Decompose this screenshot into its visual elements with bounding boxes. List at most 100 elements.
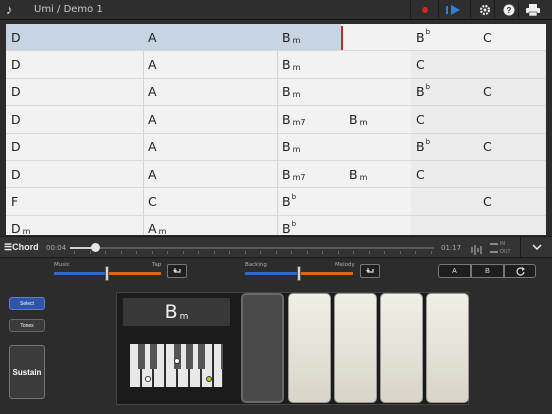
chord-cell[interactable]: Bm <box>277 79 300 105</box>
chord-cell[interactable]: C <box>478 188 494 214</box>
section-loop-button[interactable] <box>504 264 536 278</box>
chord-cell[interactable]: C <box>478 79 494 105</box>
music-tap-balance-slider[interactable] <box>54 266 161 281</box>
chord-quality: m7 <box>292 172 306 182</box>
timeline-tick <box>182 251 184 254</box>
chord-cell[interactable]: C <box>478 134 494 160</box>
chord-root: F <box>11 194 19 210</box>
chord-cell[interactable] <box>411 188 418 214</box>
mode-menu[interactable]: ☰Chord <box>4 242 39 253</box>
chord-cell[interactable]: A <box>143 106 159 132</box>
chord-cell[interactable]: D <box>6 79 23 105</box>
chord-cell[interactable]: Am <box>143 216 166 235</box>
music-tap-reset-button[interactable] <box>167 264 187 278</box>
chord-row[interactable]: F C Bb C <box>6 188 546 216</box>
chord-pad-2[interactable] <box>288 293 331 403</box>
chord-row[interactable]: D A Bm7 Bm C <box>6 106 546 134</box>
chord-cell[interactable]: Bb <box>411 134 431 160</box>
song-position-slider[interactable] <box>70 243 434 252</box>
chord-row[interactable]: D A Bm Bb C <box>6 24 546 52</box>
chord-cell[interactable]: C <box>411 51 427 77</box>
chord-root: B <box>282 194 291 210</box>
chord-grid[interactable]: D A Bm Bb C D A Bm C D A Bm Bb C D A Bm7 Bm C D A Bm Bb C D A Bm7 B… <box>6 24 546 235</box>
backing-melody-reset-button[interactable] <box>360 264 380 278</box>
chord-cell[interactable]: D <box>6 134 23 160</box>
chord-cell[interactable]: Bb <box>277 216 297 235</box>
chord-cell[interactable]: A <box>143 24 159 50</box>
chord-cell[interactable]: Bb <box>277 188 297 214</box>
chord-cell[interactable]: Bm <box>277 24 300 50</box>
chord-row[interactable]: Dm Am Bb <box>6 215 546 235</box>
music-note-icon[interactable]: ♪ <box>6 2 24 18</box>
chord-cell[interactable] <box>478 51 485 77</box>
chord-root: B <box>282 57 291 73</box>
chord-cell[interactable]: A <box>143 161 159 187</box>
chord-cell[interactable]: Bb <box>411 24 431 50</box>
select-button[interactable]: Select <box>9 297 45 310</box>
record-button[interactable] <box>410 0 438 20</box>
chord-row[interactable]: D A Bm C <box>6 51 546 79</box>
chord-cell[interactable]: A <box>143 51 159 77</box>
chord-cell[interactable]: Dm <box>6 216 30 235</box>
chord-cell[interactable] <box>411 216 418 235</box>
chord-cell[interactable]: F <box>6 188 20 214</box>
chord-cell[interactable]: C <box>411 106 427 132</box>
chord-cell[interactable] <box>478 106 485 132</box>
chord-pad-3[interactable] <box>334 293 377 403</box>
position-thumb[interactable] <box>91 243 100 252</box>
chord-pad-4[interactable] <box>380 293 423 403</box>
play-button[interactable] <box>438 0 466 20</box>
chord-cell[interactable]: C <box>411 161 427 187</box>
print-button[interactable] <box>518 0 546 20</box>
chord-row[interactable]: D A Bm7 Bm C <box>6 161 546 189</box>
playhead-cursor <box>341 26 343 50</box>
chord-row[interactable]: D A Bm Bb C <box>6 78 546 107</box>
selection-end <box>341 24 546 51</box>
timeline-tick <box>337 251 339 254</box>
chord-cell[interactable] <box>344 188 351 214</box>
balance-knob[interactable] <box>105 266 109 281</box>
chord-cell[interactable]: Bm <box>344 161 367 187</box>
chord-cell[interactable] <box>478 216 485 235</box>
chord-root: D <box>11 57 21 73</box>
balance-knob[interactable] <box>297 266 301 281</box>
menu-icon: ☰ <box>4 242 13 252</box>
chord-root: B <box>282 139 291 155</box>
timeline-tick <box>306 251 308 254</box>
chord-cell[interactable]: Bm7 <box>277 161 305 187</box>
chord-row[interactable]: DABmBbC <box>6 133 546 161</box>
chord-cell[interactable]: Bm <box>277 51 300 77</box>
total-time: 01:17 <box>441 244 462 252</box>
chord-cell[interactable] <box>344 51 351 77</box>
backing-melody-balance-slider[interactable] <box>245 266 353 281</box>
chord-cell[interactable] <box>478 161 485 187</box>
chord-cell[interactable]: D <box>6 106 23 132</box>
chord-quality: m <box>179 312 189 322</box>
chord-cell[interactable]: A <box>143 79 159 105</box>
chord-cell[interactable]: C <box>143 188 159 214</box>
chord-cell[interactable]: Bm <box>277 134 300 160</box>
chord-cell[interactable] <box>344 24 351 50</box>
chord-cell[interactable]: Bb <box>411 79 431 105</box>
chord-cell[interactable]: A <box>143 134 159 160</box>
chord-cell[interactable]: D <box>6 161 23 187</box>
chord-cell[interactable]: D <box>6 24 23 50</box>
chord-cell[interactable]: Bm <box>344 106 367 132</box>
sustain-button[interactable]: Sustain <box>9 345 45 399</box>
section-b-button[interactable]: B <box>471 264 504 278</box>
chord-cell[interactable]: D <box>6 51 23 77</box>
collapse-button[interactable] <box>520 237 552 257</box>
chord-cell[interactable] <box>344 79 351 105</box>
section-a-button[interactable]: A <box>438 264 471 278</box>
chord-cell[interactable]: Bm7 <box>277 106 305 132</box>
chord-pad-1[interactable] <box>241 293 284 403</box>
chord-cell[interactable]: C <box>478 24 494 50</box>
chord-pad-5[interactable] <box>426 293 469 403</box>
chord-accidental: b <box>425 137 431 146</box>
chord-cell[interactable] <box>344 134 351 160</box>
chord-root: B <box>282 221 291 235</box>
tones-button[interactable]: Tones <box>9 319 45 332</box>
chord-cell[interactable] <box>344 216 351 235</box>
title-bar: ♪ Umi / Demo 1 ? <box>0 0 552 20</box>
timeline-tick <box>151 251 153 254</box>
